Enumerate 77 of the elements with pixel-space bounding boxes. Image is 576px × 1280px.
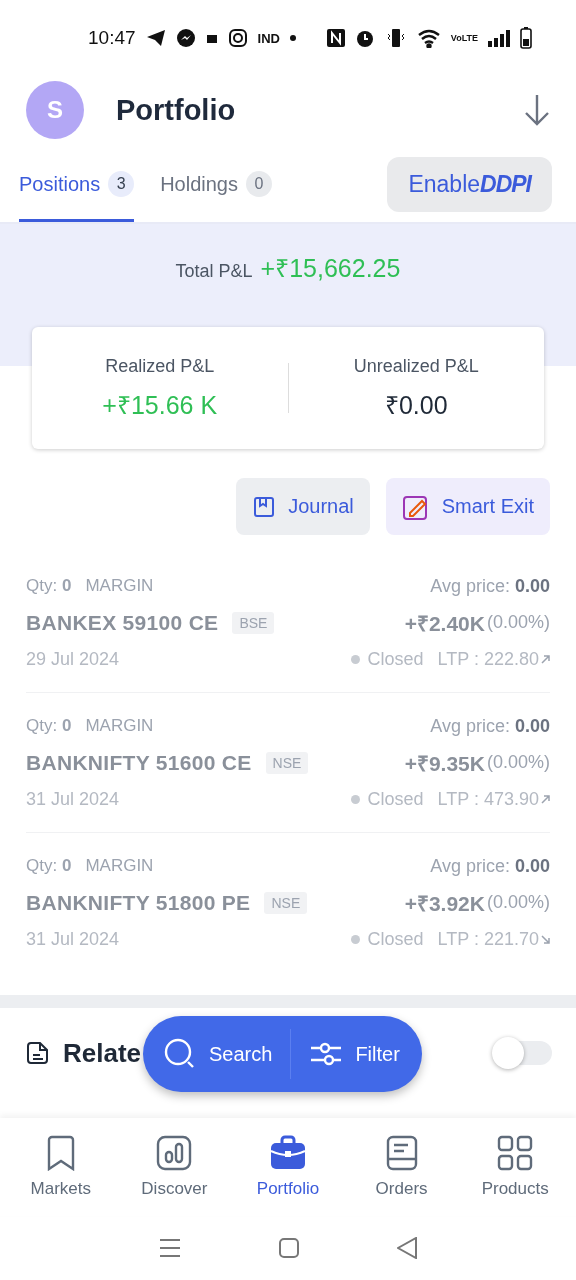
average-price: Avg price: 0.00 — [430, 855, 550, 877]
count-badge: 3 — [108, 171, 135, 197]
battery-icon — [520, 27, 532, 49]
realized-label: Realized P&L — [105, 355, 215, 377]
average-price: Avg price: 0.00 — [430, 575, 550, 597]
bookmark-page-icon — [252, 494, 277, 519]
quantity: Qty: 0 — [26, 856, 72, 876]
unrealized-label: Unrealized P&L — [353, 355, 479, 377]
position-pnl: +₹3.92K — [404, 890, 485, 917]
quantity: Qty: 0 — [26, 576, 72, 596]
position-pnl: +₹2.40K — [404, 610, 485, 637]
bar-chart-icon — [156, 1135, 193, 1171]
document-icon — [385, 1135, 418, 1171]
download-arrow-icon[interactable] — [524, 94, 550, 126]
product-type: MARGIN — [85, 576, 154, 596]
total-pnl-label: Total P&L — [175, 261, 253, 282]
product-type: MARGIN — [85, 856, 154, 876]
count-badge: 0 — [246, 171, 272, 197]
back-triangle-icon[interactable] — [397, 1237, 417, 1259]
page-title: Portfolio — [116, 93, 237, 127]
search-button[interactable]: Search — [163, 1016, 273, 1092]
grid-icon — [497, 1135, 534, 1171]
total-pnl-value: +₹15,662.25 — [260, 253, 401, 284]
network-tag: VoLTE — [450, 32, 478, 44]
status-dot — [350, 794, 360, 804]
nav-tab[interactable]: Products — [460, 1135, 571, 1199]
dot-icon — [289, 35, 296, 41]
note-icon — [26, 1041, 50, 1065]
contract-symbol: BANKNIFTY 51600 CE — [26, 750, 252, 775]
enable-ddpi-button[interactable]: EnableDDPI — [387, 156, 552, 212]
status-dot — [350, 934, 360, 944]
position-status: Closed — [367, 788, 424, 810]
position-pnl: +₹9.35K — [404, 750, 485, 777]
last-traded-price: LTP : 221.70 — [437, 928, 539, 950]
journal-button[interactable]: Journal — [236, 478, 370, 535]
camera-icon — [227, 28, 248, 48]
clock-time: 10:47 — [88, 27, 136, 49]
nav-tab[interactable]: Orders — [346, 1135, 457, 1199]
carrier-tag: IND — [257, 30, 280, 46]
unrealized-value: ₹0.00 — [384, 389, 448, 421]
exchange-tag: BSE — [232, 611, 275, 634]
status-dot — [350, 654, 360, 664]
signal-bars-icon — [488, 29, 510, 47]
quantity: Qty: 0 — [26, 716, 72, 736]
expiry-date: 29 Jul 2024 — [26, 648, 121, 670]
pnl-percent: (0.00%) — [486, 892, 550, 913]
section-title: Relate — [63, 1037, 142, 1069]
product-type: MARGIN — [85, 716, 154, 736]
menu-icon[interactable] — [159, 1238, 181, 1258]
avatar: S — [26, 81, 84, 139]
position-status: Closed — [367, 648, 424, 670]
average-price: Avg price: 0.00 — [430, 715, 550, 737]
pnl-percent: (0.00%) — [486, 612, 550, 633]
nfc-icon — [326, 29, 345, 47]
expiry-date: 31 Jul 2024 — [26, 788, 121, 810]
nav-tab[interactable]: Discover — [119, 1135, 230, 1199]
expiry-date: 31 Jul 2024 — [26, 928, 121, 950]
smart-exit-button[interactable]: Smart Exit — [385, 478, 550, 535]
tab[interactable]: Holdings 0 — [160, 146, 272, 222]
exchange-tag: NSE — [264, 891, 308, 914]
paper-plane-icon — [145, 29, 166, 47]
position-status: Closed — [367, 928, 424, 950]
pnl-percent: (0.00%) — [486, 752, 550, 773]
contract-symbol: BANKEX 59100 CE — [26, 610, 219, 635]
last-traded-price: LTP : 222.80 — [437, 648, 539, 670]
filter-button[interactable]: Filter — [309, 1016, 400, 1092]
exchange-tag: NSE — [265, 751, 309, 774]
last-traded-price: LTP : 473.90 — [437, 788, 539, 810]
wifi-icon — [416, 28, 441, 48]
nav-tab[interactable]: Portfolio — [233, 1135, 343, 1199]
home-square-icon[interactable] — [279, 1238, 299, 1258]
contract-symbol: BANKNIFTY 51800 PE — [26, 890, 251, 915]
chat-bubble-icon — [175, 28, 196, 48]
alarm-clock-icon — [354, 28, 375, 48]
nav-tab[interactable]: Markets — [5, 1135, 116, 1199]
briefcase-icon — [270, 1135, 306, 1171]
realized-value: +₹15.66 K — [102, 389, 218, 421]
